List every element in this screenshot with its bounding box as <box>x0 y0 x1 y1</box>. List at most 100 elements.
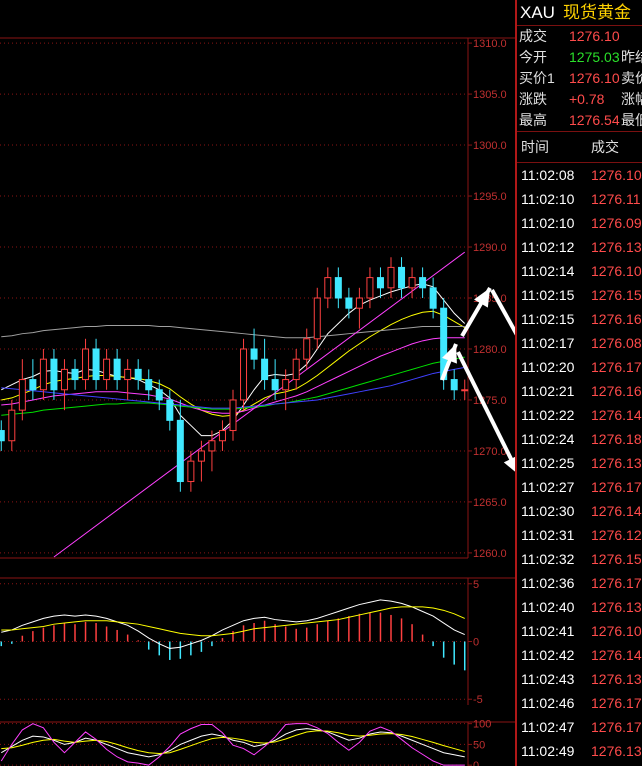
tick-row[interactable]: 11:02:41 1276.10 <box>517 619 642 643</box>
tick-row[interactable]: 11:02:31 1276.12 <box>517 523 642 547</box>
tick-row[interactable]: 11:02:20 1276.17 <box>517 355 642 379</box>
quote-label: 涨跌 <box>519 91 547 107</box>
tick-row[interactable]: 11:02:36 1276.17 <box>517 571 642 595</box>
candle-body <box>408 277 416 289</box>
quote-label-2: 昨结 <box>621 49 642 65</box>
candle-body <box>324 277 332 299</box>
quote-label-2: 涨幅 <box>621 91 642 107</box>
tick-row[interactable]: 11:02:30 1276.14 <box>517 499 642 523</box>
tick-time: 11:02:22 <box>521 407 575 423</box>
candle-body <box>197 450 205 462</box>
tick-time: 11:02:25 <box>521 455 575 471</box>
candle-body <box>229 399 237 432</box>
candle-body <box>18 379 26 411</box>
tick-price: 1276.18 <box>591 431 642 447</box>
candle-body <box>8 409 16 442</box>
tick-price: 1276.13 <box>591 599 642 615</box>
candle-body <box>303 338 311 360</box>
tick-row[interactable]: 11:02:15 1276.16 <box>517 307 642 331</box>
tick-time: 11:02:14 <box>521 263 575 279</box>
tick-price: 1276.17 <box>591 695 642 711</box>
candle-body <box>419 277 427 289</box>
main-tick-label: 1280.0 <box>473 344 507 356</box>
tick-time: 11:02:41 <box>521 623 575 639</box>
candle-body <box>376 277 384 289</box>
quote-panel: XAU现货黄金 成交1276.10今开1275.03昨结买价11276.10卖价… <box>515 0 642 766</box>
candle-body <box>113 358 121 381</box>
candle-body <box>134 368 142 381</box>
tick-time: 11:02:17 <box>521 335 575 351</box>
quote-row: 今开 1275.03昨结 <box>517 47 642 68</box>
candle-body <box>218 430 226 442</box>
ticks-col-time: 时间 <box>521 139 549 155</box>
chart-area[interactable]: 1310.0 1305.0 1300.0 1295.0 1290.0 1285.0 1280… <box>0 0 515 766</box>
main-tick-label: 1300.0 <box>473 140 507 152</box>
tick-row[interactable]: 11:02:40 1276.13 <box>517 595 642 619</box>
tick-row[interactable]: 11:02:21 1276.16 <box>517 379 642 403</box>
main-tick-label: 1310.0 <box>473 38 507 50</box>
tick-price: 1276.08 <box>591 335 642 351</box>
tick-row[interactable]: 11:02:24 1276.18 <box>517 427 642 451</box>
tick-price: 1276.10 <box>591 623 642 639</box>
tick-price: 1276.13 <box>591 671 642 687</box>
tick-time: 11:02:15 <box>521 311 575 327</box>
tick-row[interactable]: 11:02:49 1276.13 <box>517 739 642 763</box>
tick-price: 1276.13 <box>591 455 642 471</box>
candle-body <box>29 379 37 391</box>
tick-row[interactable]: 11:02:47 1276.17 <box>517 715 642 739</box>
quote-label: 成交 <box>519 28 547 44</box>
tick-time: 11:02:40 <box>521 599 575 615</box>
candle-body <box>429 287 437 309</box>
tick-row[interactable]: 11:02:32 1276.15 <box>517 547 642 571</box>
candle-body <box>461 389 469 392</box>
tick-row[interactable]: 11:02:08 1276.10 <box>517 163 642 187</box>
tick-time: 11:02:31 <box>521 527 575 543</box>
main-tick-label: 1270.0 <box>473 446 507 458</box>
ticks-header: 时间 成交 <box>517 131 642 163</box>
tick-time: 11:02:30 <box>521 503 575 519</box>
tick-time: 11:02:42 <box>521 647 575 663</box>
ticks-col-price: 成交 <box>591 139 619 155</box>
quote-label: 今开 <box>519 49 547 65</box>
candle-body <box>176 419 184 483</box>
quote-value: 1276.54 <box>569 112 620 128</box>
tick-row[interactable]: 11:02:27 1276.17 <box>517 475 642 499</box>
candle-body <box>334 277 342 299</box>
symbol: XAU <box>520 3 555 22</box>
tick-row[interactable]: 11:02:42 1276.14 <box>517 643 642 667</box>
candle-body <box>240 348 248 401</box>
candle-body <box>250 348 258 360</box>
quote-row: 买价1 1276.10卖价 <box>517 68 642 89</box>
candle-body <box>71 368 79 381</box>
tick-row[interactable]: 11:02:22 1276.14 <box>517 403 642 427</box>
main-tick-label: 1295.0 <box>473 191 507 203</box>
tick-row[interactable]: 11:02:10 1276.09 <box>517 211 642 235</box>
tick-time: 11:02:36 <box>521 575 575 591</box>
tick-price: 1276.16 <box>591 383 642 399</box>
kdj-k-line <box>1 728 465 758</box>
candle-body <box>50 358 58 391</box>
candle-body <box>271 379 279 391</box>
macd-tick-label: -5 <box>473 694 483 706</box>
tick-price: 1276.14 <box>591 407 642 423</box>
tick-row[interactable]: 11:02:15 1276.15 <box>517 283 642 307</box>
tick-row[interactable]: 11:02:43 1276.13 <box>517 667 642 691</box>
tick-row[interactable]: 11:02:17 1276.08 <box>517 331 642 355</box>
main-tick-label: 1260.0 <box>473 548 507 560</box>
tick-row[interactable]: 11:02:25 1276.13 <box>517 451 642 475</box>
tick-time: 11:02:20 <box>521 359 575 375</box>
tick-row[interactable]: 11:02:14 1276.10 <box>517 259 642 283</box>
candle-body <box>450 379 458 391</box>
tick-row[interactable]: 11:02:10 1276.11 <box>517 187 642 211</box>
quote-row: 最高 1276.54最低 <box>517 110 642 131</box>
quote-label: 买价1 <box>519 70 555 86</box>
tick-row[interactable]: 11:02:12 1276.13 <box>517 235 642 259</box>
candle-body <box>82 348 90 381</box>
quote-label-2: 最低 <box>621 112 642 128</box>
ticks-list[interactable]: 11:02:08 1276.10 11:02:10 1276.11 11:02:10 12… <box>517 163 642 766</box>
main-tick-label: 1290.0 <box>473 242 507 254</box>
ma-line <box>1 325 465 339</box>
tick-row[interactable]: 11:02:46 1276.17 <box>517 691 642 715</box>
tick-time: 11:02:08 <box>521 167 575 183</box>
tick-price: 1276.10 <box>591 263 642 279</box>
